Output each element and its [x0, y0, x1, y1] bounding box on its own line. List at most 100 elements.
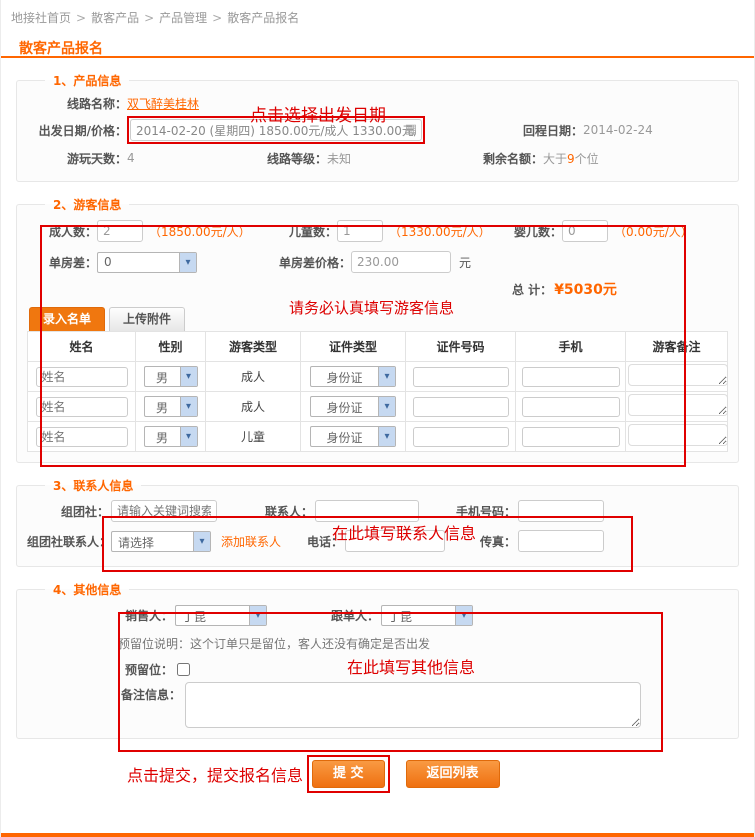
hold-seat-label: 预留位：: [125, 661, 173, 678]
gender-select[interactable]: 男▾: [144, 426, 198, 447]
annotation-box-submit: 提 交: [307, 755, 390, 793]
chevron-down-icon: ▾: [249, 606, 266, 625]
calendar-icon[interactable]: ▦: [405, 122, 417, 137]
mobile-input[interactable]: [522, 427, 620, 447]
hold-seat-checkbox[interactable]: [177, 663, 190, 676]
tourist-type: 成人: [206, 362, 301, 392]
child-count-input[interactable]: [337, 220, 383, 242]
route-grade-value: 未知: [327, 150, 351, 167]
tourist-name-input[interactable]: [36, 367, 128, 387]
fax-label: 传真：: [446, 533, 516, 550]
travel-days-label: 游玩天数：: [27, 150, 127, 167]
id-type-select[interactable]: 身份证▾: [310, 396, 396, 417]
single-room-select-value: 0: [98, 253, 179, 272]
breadcrumb-current: 散客产品报名: [227, 11, 299, 25]
mobile-input[interactable]: [522, 367, 620, 387]
salesperson-select-value: 丁昆: [176, 606, 249, 625]
section-product-info: 1、产品信息 点击选择出发日期 线路名称： 双飞醉美桂林 出发日期/价格： ▦ …: [16, 72, 739, 182]
tourist-remark-textarea[interactable]: [628, 394, 728, 416]
section-tourist-title: 2、游客信息: [45, 196, 129, 213]
gender-select[interactable]: 男▾: [144, 366, 198, 387]
depart-date-label: 出发日期/价格：: [27, 122, 127, 139]
return-date-value: 2014-02-24: [583, 123, 653, 137]
mobile-number-input[interactable]: [518, 500, 604, 522]
mobile-number-label: 手机号码：: [446, 503, 516, 520]
page-header: 散客产品报名: [1, 28, 754, 58]
contact-label: 联系人：: [265, 503, 313, 520]
tourist-table: 姓名 性别 游客类型 证件类型 证件号码 手机 游客备注 男▾ 成人 身份证▾ …: [27, 331, 728, 452]
gender-select[interactable]: 男▾: [144, 396, 198, 417]
id-type-select[interactable]: 身份证▾: [310, 366, 396, 387]
col-mobile: 手机: [516, 332, 626, 362]
breadcrumb-fit-products[interactable]: 散客产品: [91, 11, 139, 25]
single-room-select[interactable]: 0 ▾: [97, 252, 197, 273]
tab-enter-roster[interactable]: 录入名单: [29, 307, 105, 331]
col-id-number: 证件号码: [406, 332, 516, 362]
chevron-down-icon: ▾: [180, 367, 197, 386]
fax-input[interactable]: [518, 530, 604, 552]
remark-textarea[interactable]: [185, 682, 641, 728]
phone-label: 电话：: [307, 533, 343, 550]
chevron-down-icon: ▾: [179, 253, 196, 272]
breadcrumb: 地接社首页>散客产品>产品管理>散客产品报名: [1, 0, 754, 28]
tourist-name-input[interactable]: [36, 427, 128, 447]
infant-count-input[interactable]: [562, 220, 608, 242]
agency-contact-select[interactable]: 请选择 ▾: [111, 531, 211, 552]
hold-seat-note: 预留位说明：这个订单只是留位，客人还没有确定是否出发: [27, 630, 728, 656]
chevron-down-icon: ▾: [193, 532, 210, 551]
return-date-label: 回程日期：: [483, 122, 583, 139]
route-name-link[interactable]: 双飞醉美桂林: [127, 95, 199, 112]
adult-count-input[interactable]: [97, 220, 143, 242]
annotation-box-depart-date: ▦: [127, 116, 425, 144]
tourist-tabs: 录入名单 上传附件: [29, 307, 728, 331]
footer-actions: 点击提交，提交报名信息 提 交 返回列表: [1, 739, 754, 793]
section-contact-title: 3、联系人信息: [45, 477, 141, 494]
col-id-type: 证件类型: [301, 332, 406, 362]
tourist-remark-textarea[interactable]: [628, 364, 728, 386]
adult-price-note: （1850.00元/人）: [149, 223, 251, 240]
breadcrumb-separator: >: [76, 11, 86, 25]
tourist-remark-textarea[interactable]: [628, 424, 728, 446]
phone-input[interactable]: [345, 530, 445, 552]
col-name: 姓名: [28, 332, 136, 362]
agency-search-input[interactable]: [111, 500, 217, 522]
col-type: 游客类型: [206, 332, 301, 362]
single-room-label: 单房差：: [27, 254, 97, 271]
section-contact-info: 3、联系人信息 在此填写联系人信息 组团社： 联系人： 手机号码： 组团社联系人…: [16, 477, 739, 567]
salesperson-select[interactable]: 丁昆 ▾: [175, 605, 267, 626]
child-price-note: （1330.00元/人）: [389, 223, 491, 240]
id-type-select-value: 身份证: [311, 397, 378, 416]
breadcrumb-separator: >: [212, 11, 222, 25]
mobile-input[interactable]: [522, 397, 620, 417]
gender-select-value: 男: [145, 367, 180, 386]
back-to-list-button[interactable]: 返回列表: [406, 760, 500, 788]
tab-upload-attachment[interactable]: 上传附件: [109, 307, 185, 331]
id-type-select-value: 身份证: [311, 427, 378, 446]
breadcrumb-product-management[interactable]: 产品管理: [159, 11, 207, 25]
section-tourist-info: 2、游客信息 请务必认真填写游客信息 成人数： （1850.00元/人） 儿童数…: [16, 196, 739, 463]
remaining-seats-label: 剩余名额：: [483, 150, 543, 167]
tourist-table-header-row: 姓名 性别 游客类型 证件类型 证件号码 手机 游客备注: [28, 332, 728, 362]
depart-date-input[interactable]: [130, 119, 422, 141]
tourist-type: 儿童: [206, 422, 301, 452]
page-title: 散客产品报名: [19, 38, 754, 58]
tourist-name-input[interactable]: [36, 397, 128, 417]
submit-button[interactable]: 提 交: [312, 760, 385, 788]
registration-page: 地接社首页>散客产品>产品管理>散客产品报名 散客产品报名 1、产品信息 点击选…: [0, 0, 755, 837]
gender-select-value: 男: [145, 397, 180, 416]
id-number-input[interactable]: [413, 427, 509, 447]
add-contact-link[interactable]: 添加联系人: [221, 533, 281, 550]
breadcrumb-home[interactable]: 地接社首页: [11, 11, 71, 25]
col-remark: 游客备注: [626, 332, 728, 362]
single-room-price-input[interactable]: [351, 251, 451, 273]
follower-select[interactable]: 丁昆 ▾: [381, 605, 473, 626]
infant-count-label: 婴儿数：: [492, 223, 562, 240]
total-label: 总 计：: [512, 281, 552, 298]
contact-input[interactable]: [315, 500, 419, 522]
id-type-select[interactable]: 身份证▾: [310, 426, 396, 447]
route-name-label: 线路名称：: [27, 95, 127, 112]
id-number-input[interactable]: [413, 397, 509, 417]
id-number-input[interactable]: [413, 367, 509, 387]
bottom-accent-bar: [1, 833, 754, 837]
tourist-row: 男▾ 成人 身份证▾: [28, 362, 728, 392]
